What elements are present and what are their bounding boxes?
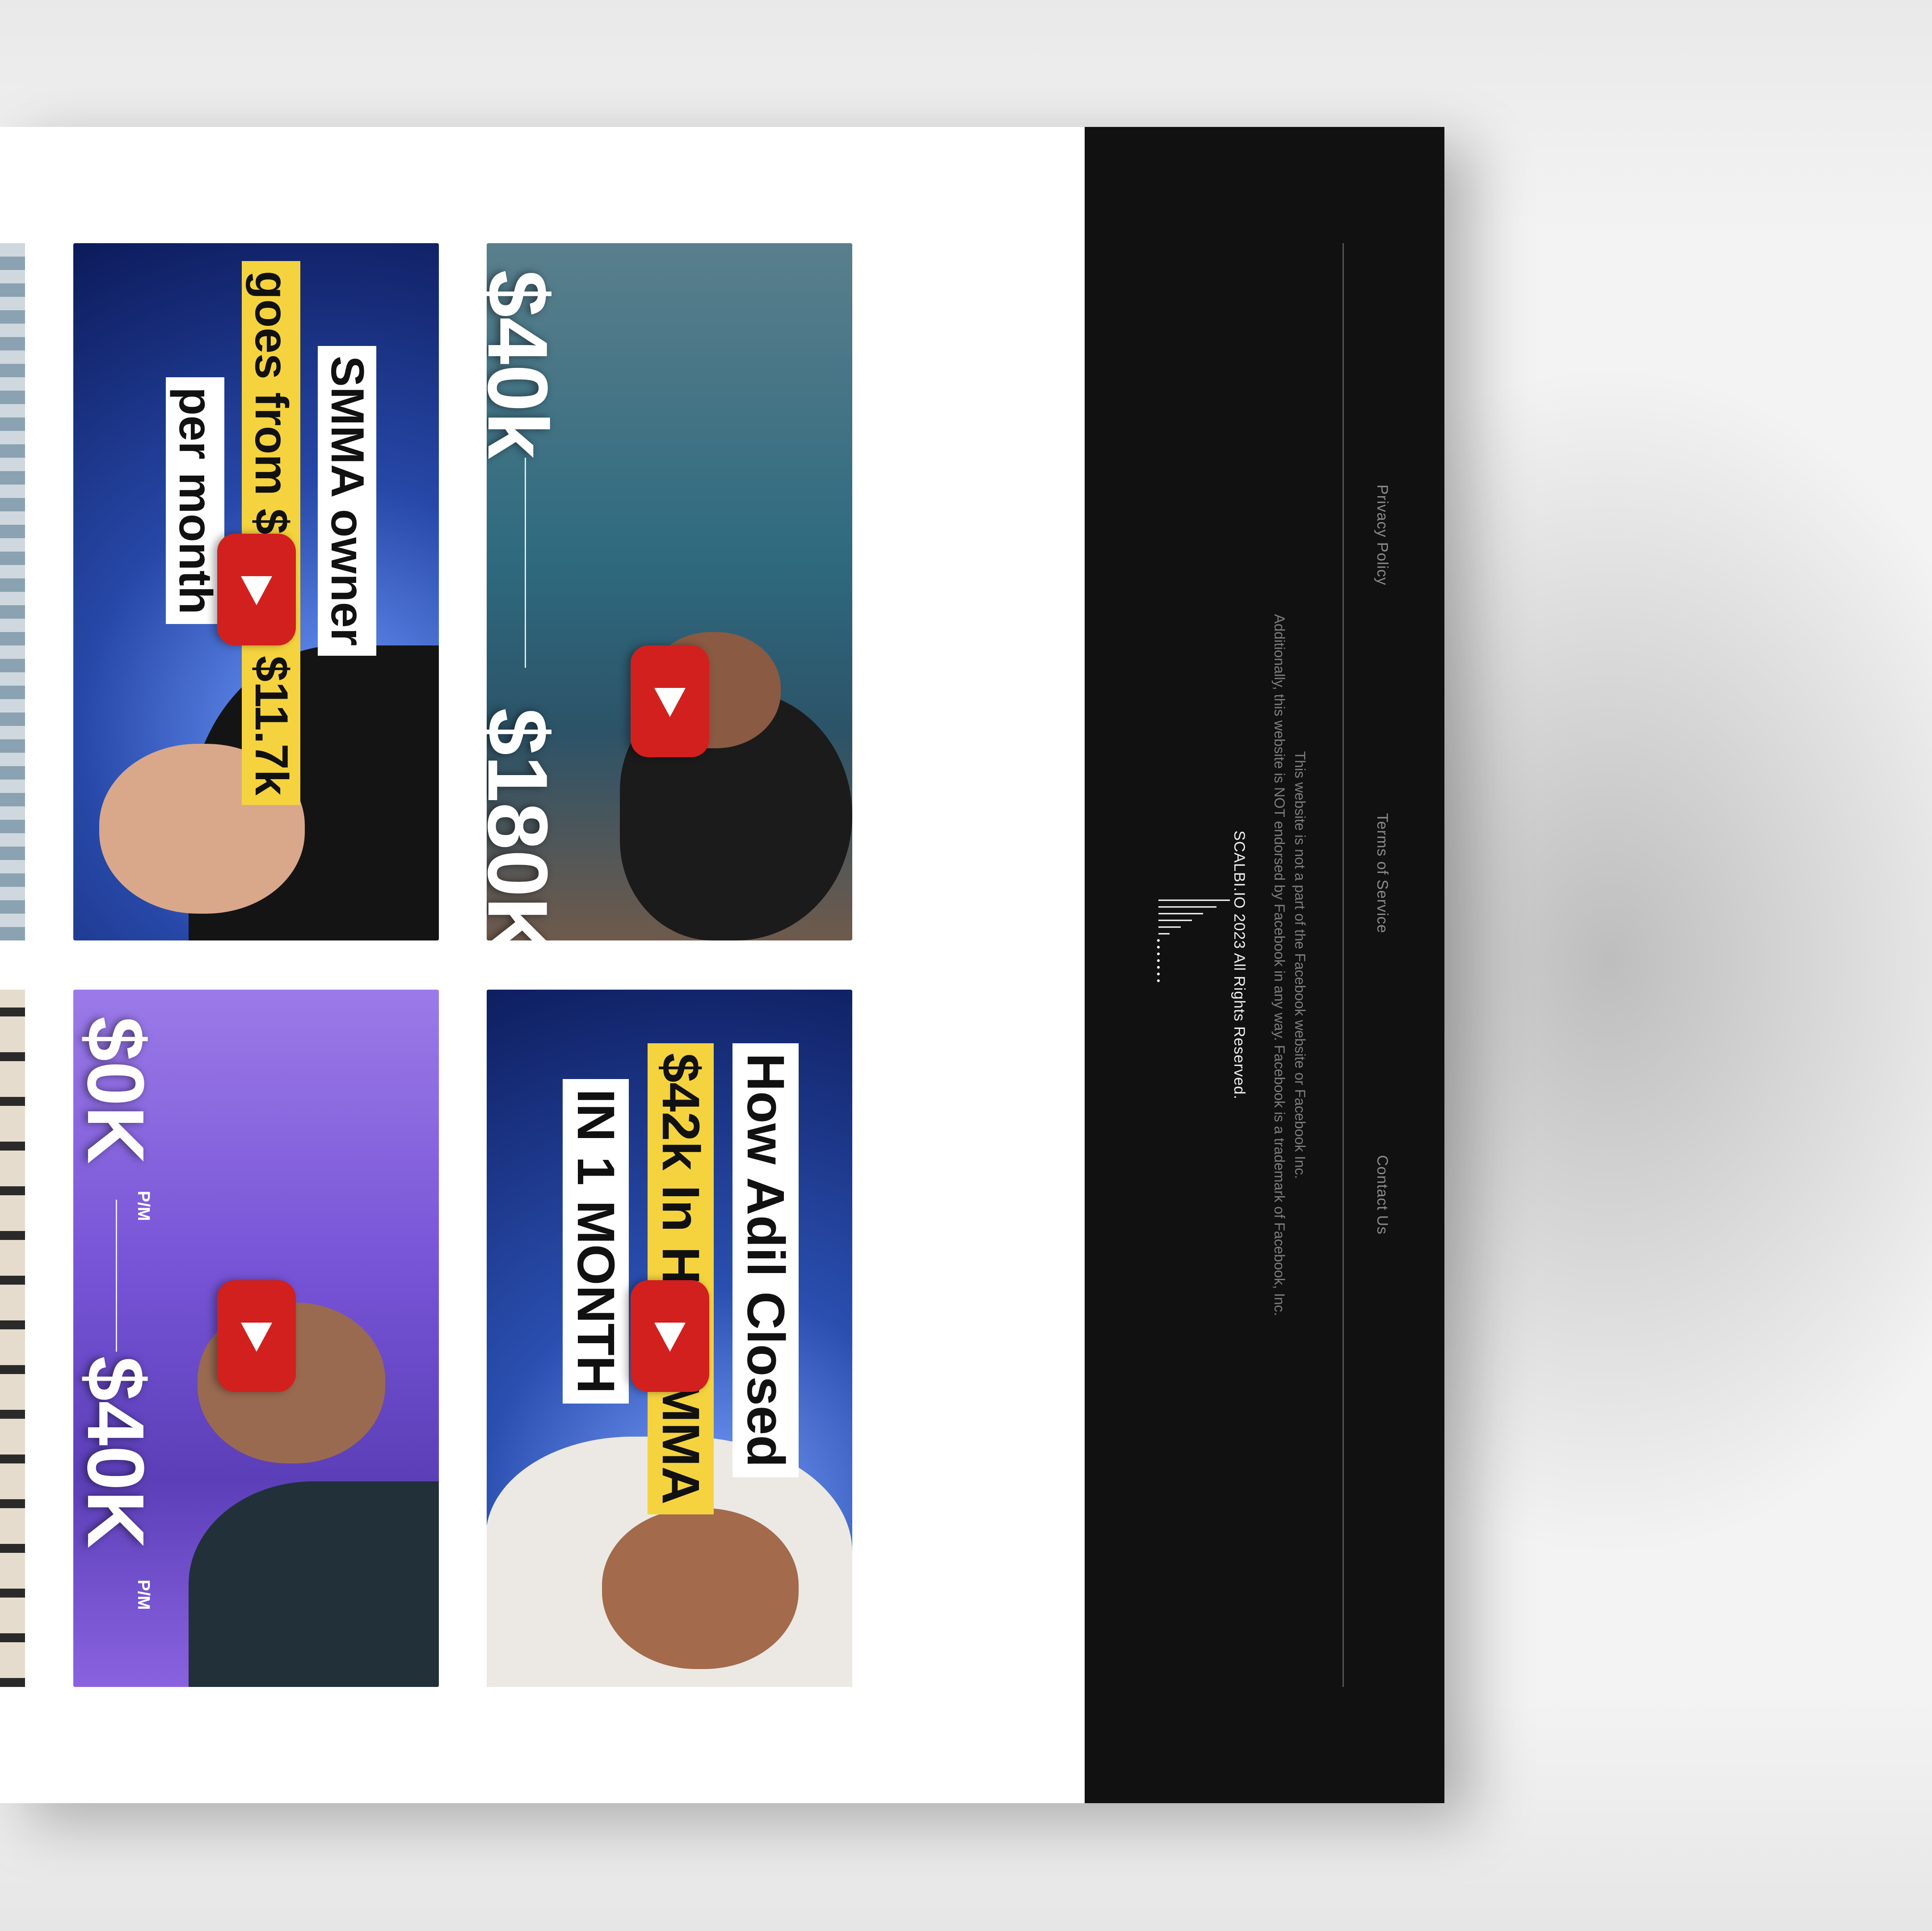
- arrow-line: [525, 458, 526, 668]
- headline-line-1: SMMA owner: [318, 346, 376, 656]
- play-icon: [241, 1323, 272, 1352]
- disclaimer-line-2: Additionally, this website is NOT endors…: [1271, 614, 1288, 1316]
- amount-to: $40K: [73, 1356, 160, 1549]
- page-mockup: Privacy Policy Terms of Service Contact …: [0, 127, 1444, 1803]
- headline-line-3: per month: [166, 377, 224, 624]
- footer-links: Privacy Policy Terms of Service Contact …: [1360, 127, 1391, 1803]
- privacy-policy-link[interactable]: Privacy Policy: [1373, 485, 1391, 586]
- rotated-content: Privacy Policy Terms of Service Contact …: [0, 127, 1444, 1803]
- play-icon: [241, 576, 272, 605]
- headline-line-3: IN 1 MONTH: [563, 1079, 629, 1404]
- contact-us-link[interactable]: Contact Us: [1373, 1155, 1391, 1235]
- play-button[interactable]: [217, 1280, 296, 1392]
- footer-disclaimer: This website is not a part of the Facebo…: [1269, 127, 1310, 1803]
- play-button[interactable]: [631, 1280, 709, 1392]
- person-photo: [189, 1481, 439, 1687]
- amount-from: $0K: [73, 1016, 160, 1164]
- headline-line-2: goes from $2k to $11.7k: [242, 261, 300, 805]
- arrow-line: [116, 1200, 117, 1352]
- video-card-adil-closed[interactable]: How Adil Closed $42k In His SMMA IN 1 MO…: [487, 990, 852, 1687]
- play-button[interactable]: [217, 534, 296, 645]
- play-button[interactable]: [631, 645, 709, 757]
- logo-icon: [1157, 899, 1230, 982]
- play-icon: [654, 1323, 686, 1352]
- video-card-growth-40k-180k[interactable]: $40k $180K: [487, 243, 852, 940]
- amount-to: $180K: [487, 708, 565, 940]
- headline-line-2: $42k In His SMMA: [648, 1043, 714, 1514]
- headline-line-1: How Adil Closed: [732, 1043, 799, 1477]
- footer-divider: [1343, 243, 1344, 1687]
- footer: Privacy Policy Terms of Service Contact …: [1085, 127, 1444, 1803]
- video-card-growth-0k-40k[interactable]: $0K P/M $40K P/M: [73, 990, 439, 1687]
- video-card-smma-owner[interactable]: SMMA owner goes from $2k to $11.7k per m…: [73, 243, 439, 940]
- copyright: SCALBI.IO 2023 All Rights Reserved.: [1231, 831, 1248, 1100]
- to-suffix: P/M: [134, 1580, 153, 1610]
- partial-card-right: [0, 990, 25, 1687]
- partial-card-left: [0, 243, 25, 940]
- from-suffix: P/M: [134, 1191, 153, 1221]
- terms-of-service-link[interactable]: Terms of Service: [1373, 813, 1391, 933]
- play-icon: [654, 688, 686, 717]
- person-face: [602, 1508, 799, 1669]
- amount-from: $40k: [487, 270, 565, 459]
- disclaimer-line-1: This website is not a part of the Facebo…: [1292, 751, 1308, 1179]
